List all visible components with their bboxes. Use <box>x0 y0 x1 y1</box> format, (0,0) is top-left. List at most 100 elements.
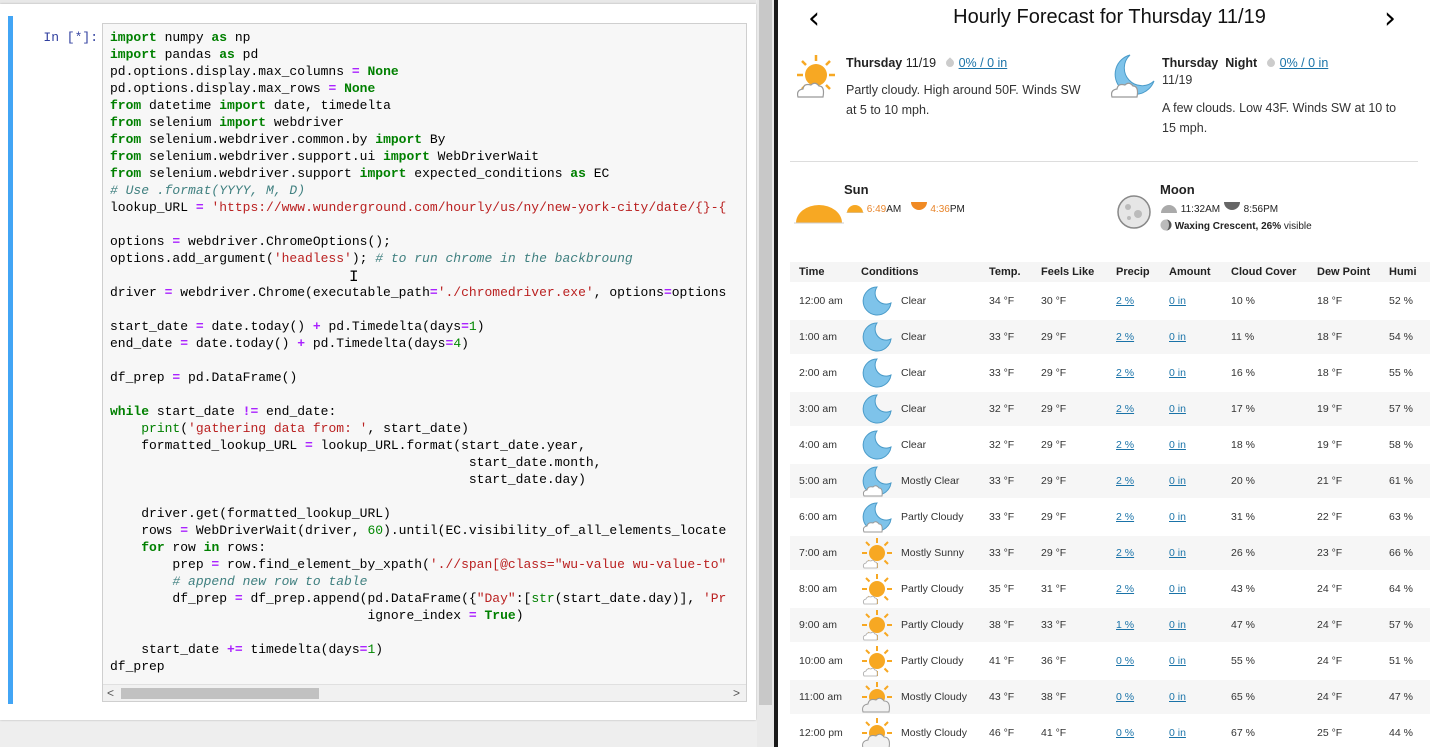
conditions-label: Mostly Cloudy <box>901 691 967 703</box>
cell-amount[interactable]: 0 in <box>1160 679 1222 716</box>
sun-cloud-icon <box>862 682 892 713</box>
cell-temp: 34 °F <box>980 283 1032 320</box>
cell-feels-like: 31 °F <box>1032 571 1107 608</box>
scroll-right-icon[interactable]: > <box>733 685 740 701</box>
page-title: Hourly Forecast for Thursday 11/19 <box>953 6 1266 28</box>
cell-amount[interactable]: 0 in <box>1160 391 1222 428</box>
cell-amount[interactable]: 0 in <box>1160 715 1222 747</box>
hourly-table-body: 12:00 am Clear 34 °F 30 °F 2 % 0 in 10 % 18 °F 5… <box>790 283 1430 747</box>
sun-icon <box>862 610 892 641</box>
cell-time: 5:00 am <box>790 463 852 500</box>
cell-precip[interactable]: 2 % <box>1107 463 1160 500</box>
cell-precip[interactable]: 2 % <box>1107 571 1160 608</box>
cell-conditions: Clear <box>852 283 980 320</box>
col-temp[interactable]: Temp. <box>980 262 1032 284</box>
cell-cloud-cover: 55 % <box>1222 643 1308 680</box>
cell-time: 7:00 am <box>790 535 852 572</box>
moon-phase-small-icon <box>1160 219 1172 231</box>
table-row: 7:00 am Mostly Sunny 33 °F 29 °F 2 % 0 in 26 %… <box>790 535 1430 572</box>
day-precip-link[interactable]: 0% / 0 in <box>959 56 1008 70</box>
conditions-label: Clear <box>901 367 927 379</box>
cell-precip[interactable]: 2 % <box>1107 391 1160 428</box>
cell-precip[interactable]: 0 % <box>1107 715 1160 747</box>
table-row: 12:00 am Clear 34 °F 30 °F 2 % 0 in 10 % 18 °F 5… <box>790 283 1430 320</box>
sun-cloud-icon <box>796 55 835 98</box>
cell-precip[interactable]: 2 % <box>1107 499 1160 536</box>
cell-amount[interactable]: 0 in <box>1160 319 1222 356</box>
cell-amount[interactable]: 0 in <box>1160 427 1222 464</box>
cell-precip[interactable]: 0 % <box>1107 643 1160 680</box>
moon-icon <box>862 358 892 388</box>
notebook-vertical-scrollbar[interactable] <box>757 0 774 747</box>
cell-amount[interactable]: 0 in <box>1160 355 1222 392</box>
sun-cloud-icon <box>862 718 892 747</box>
cell-cloud-cover: 20 % <box>1222 463 1308 500</box>
horizontal-scrollbar[interactable]: < > <box>103 684 746 701</box>
sun-icon <box>862 538 892 569</box>
cell-humidity: 44 % <box>1380 715 1430 747</box>
moon-cloud-icon <box>862 502 892 533</box>
scrollbar-thumb[interactable] <box>121 688 319 699</box>
weather-panel: ‹ Hourly Forecast for Thursday 11/19 › T… <box>778 0 1441 747</box>
cell-amount[interactable]: 0 in <box>1160 463 1222 500</box>
col-conditions[interactable]: Conditions <box>852 262 980 284</box>
night-precip-link[interactable]: 0% / 0 in <box>1280 56 1329 70</box>
cell-conditions: Mostly Cloudy <box>852 715 980 747</box>
table-row: 8:00 am Partly Cloudy 35 °F 31 °F 2 % 0 in 43 … <box>790 571 1430 608</box>
cell-amount[interactable]: 0 in <box>1160 283 1222 320</box>
cell-precip[interactable]: 2 % <box>1107 355 1160 392</box>
col-dew-point[interactable]: Dew Point <box>1308 262 1380 284</box>
next-day-icon[interactable]: › <box>1384 4 1396 34</box>
cell-dew-point: 22 °F <box>1308 499 1380 536</box>
cell-cloud-cover: 17 % <box>1222 391 1308 428</box>
cell-feels-like: 29 °F <box>1032 499 1107 536</box>
cell-humidity: 52 % <box>1380 283 1430 320</box>
cell-humidity: 58 % <box>1380 427 1430 464</box>
conditions-label: Clear <box>901 439 927 451</box>
cell-cloud-cover: 47 % <box>1222 607 1308 644</box>
cell-feels-like: 29 °F <box>1032 355 1107 392</box>
code-text[interactable]: import numpy as np import pandas as pd p… <box>110 29 726 675</box>
cell-humidity: 66 % <box>1380 535 1430 572</box>
cell-amount[interactable]: 0 in <box>1160 499 1222 536</box>
cell-conditions: Clear <box>852 427 980 464</box>
scroll-left-icon[interactable]: < <box>107 685 114 701</box>
vertical-scrollbar-thumb[interactable] <box>759 0 772 705</box>
cell-dew-point: 23 °F <box>1308 535 1380 572</box>
night-description: A few clouds. Low 43F. Winds SW at 10 to… <box>1162 98 1422 138</box>
conditions-wrap: Partly Cloudy <box>861 609 980 641</box>
col-amount[interactable]: Amount <box>1160 262 1222 284</box>
cell-precip[interactable]: 0 % <box>1107 679 1160 716</box>
cell-amount[interactable]: 0 in <box>1160 535 1222 572</box>
cell-amount[interactable]: 0 in <box>1160 607 1222 644</box>
cell-humidity: 64 % <box>1380 571 1430 608</box>
cell-precip[interactable]: 2 % <box>1107 427 1160 464</box>
col-humidity[interactable]: Humi <box>1380 262 1430 284</box>
code-cell-editor[interactable]: import numpy as np import pandas as pd p… <box>102 23 747 702</box>
col-cloud-cover[interactable]: Cloud Cover <box>1222 262 1308 284</box>
col-feels-like[interactable]: Feels Like <box>1032 262 1107 284</box>
cell-feels-like: 36 °F <box>1032 643 1107 680</box>
cell-amount[interactable]: 0 in <box>1160 643 1222 680</box>
cell-precip[interactable]: 2 % <box>1107 319 1160 356</box>
conditions-wrap: Mostly Cloudy <box>861 681 980 713</box>
cell-feels-like: 29 °F <box>1032 319 1107 356</box>
table-row: 10:00 am Partly Cloudy 41 °F 36 °F 0 % 0 in 55… <box>790 643 1430 680</box>
cell-cloud-cover: 26 % <box>1222 535 1308 572</box>
cell-temp: 33 °F <box>980 319 1032 356</box>
cell-dew-point: 21 °F <box>1308 463 1380 500</box>
day-date: 11/19 <box>905 56 937 70</box>
cell-amount[interactable]: 0 in <box>1160 571 1222 608</box>
cell-precip[interactable]: 2 % <box>1107 283 1160 320</box>
cell-dew-point: 19 °F <box>1308 391 1380 428</box>
cell-time: 3:00 am <box>790 391 852 428</box>
cell-humidity: 47 % <box>1380 679 1430 716</box>
night-desc-line1: A few clouds. Low 43F. Winds SW at 10 to <box>1162 101 1397 115</box>
sun-times: 6:49AM 4:36PM <box>846 202 965 215</box>
night-date: 11/19 <box>1162 73 1193 87</box>
cell-precip[interactable]: 1 % <box>1107 607 1160 644</box>
col-time[interactable]: Time <box>790 262 852 284</box>
col-precip[interactable]: Precip <box>1107 262 1160 284</box>
cell-precip[interactable]: 2 % <box>1107 535 1160 572</box>
sunset-small-icon <box>910 202 927 210</box>
